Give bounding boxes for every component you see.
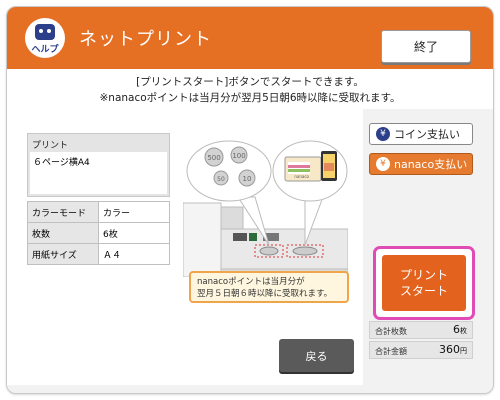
nanaco-note: nanacoポイントは当月分が 翌月５日朝６時以降に受取れます。 <box>189 271 349 303</box>
robot-icon <box>35 24 55 40</box>
start-line-2: スタート <box>399 284 448 298</box>
end-button[interactable]: 終了 <box>381 30 471 63</box>
coin-500: 500 <box>207 154 220 162</box>
spec-key: 枚数 <box>27 222 99 244</box>
total-amount-label: 合計金額 <box>375 347 407 356</box>
table-row: 枚数 6枚 <box>27 222 170 244</box>
spec-table: カラーモード カラー 枚数 6枚 用紙サイズ Ａ４ <box>27 201 170 265</box>
total-amount-unit: 円 <box>460 347 467 355</box>
spec-value: 6枚 <box>98 222 170 244</box>
spec-key: 用紙サイズ <box>27 243 99 265</box>
total-count-value: 6 <box>453 323 460 336</box>
yen-icon: ¥ <box>376 127 390 141</box>
coin-payment-button[interactable]: ¥ コイン支払い <box>369 123 473 145</box>
instruction-line-1: [プリントスタート]ボタンでスタートできます。 <box>136 76 364 88</box>
payment-illustration: 500 100 50 10 nanaco <box>183 140 348 277</box>
help-label: ヘルプ <box>31 45 59 55</box>
spec-value: カラー <box>98 201 170 223</box>
total-count-label: 合計枚数 <box>375 327 407 336</box>
table-row: カラーモード カラー <box>27 201 170 223</box>
instruction-message: [プリントスタート]ボタンでスタートできます。 ※nanacoポイントは当月分が… <box>7 69 493 109</box>
print-box-value: ６ページ横A4 <box>30 152 167 194</box>
card-label: nanaco <box>294 174 309 179</box>
main-content: プリント ６ページ横A4 カラーモード カラー 枚数 6枚 用紙サイズ Ａ４ 5… <box>7 109 493 393</box>
page-title: ネットプリント <box>79 29 212 50</box>
total-count-row: 合計枚数 6枚 <box>369 321 473 339</box>
spec-key: カラーモード <box>27 201 99 223</box>
nanaco-payment-button[interactable]: ¥ nanaco支払い <box>369 153 473 175</box>
print-start-button[interactable]: プリント スタート <box>382 255 466 311</box>
coin-10: 10 <box>243 175 252 183</box>
start-line-1: プリント <box>399 268 448 282</box>
nanaco-payment-label: nanaco支払い <box>394 158 468 171</box>
coin-payment-label: コイン支払い <box>394 128 460 141</box>
start-highlight: プリント スタート <box>373 246 475 320</box>
total-amount-row: 合計金額 360円 <box>369 341 473 359</box>
header-bar: ヘルプ ネットプリント 終了 <box>7 7 493 69</box>
print-box: プリント ６ページ横A4 <box>27 133 170 197</box>
instruction-line-2: ※nanacoポイントは当月分が翌月5日朝6時以降に受取れます。 <box>99 92 401 104</box>
total-count-unit: 枚 <box>460 327 467 335</box>
coin-50: 50 <box>217 176 225 183</box>
note-line-2: 翌月５日朝６時以降に受取れます。 <box>197 289 333 299</box>
coin-100: 100 <box>232 152 245 160</box>
kiosk-screen: ヘルプ ネットプリント 終了 [プリントスタート]ボタンでスタートできます。 ※… <box>6 6 494 394</box>
help-button[interactable]: ヘルプ <box>25 18 65 58</box>
spec-value: Ａ４ <box>98 243 170 265</box>
print-info-panel: プリント ６ページ横A4 カラーモード カラー 枚数 6枚 用紙サイズ Ａ４ 5… <box>7 109 363 385</box>
table-row: 用紙サイズ Ａ４ <box>27 243 170 265</box>
back-button[interactable]: 戻る <box>279 339 354 372</box>
total-amount-value: 360 <box>439 343 460 356</box>
note-line-1: nanacoポイントは当月分が <box>197 277 305 287</box>
yen-icon: ¥ <box>376 157 390 171</box>
